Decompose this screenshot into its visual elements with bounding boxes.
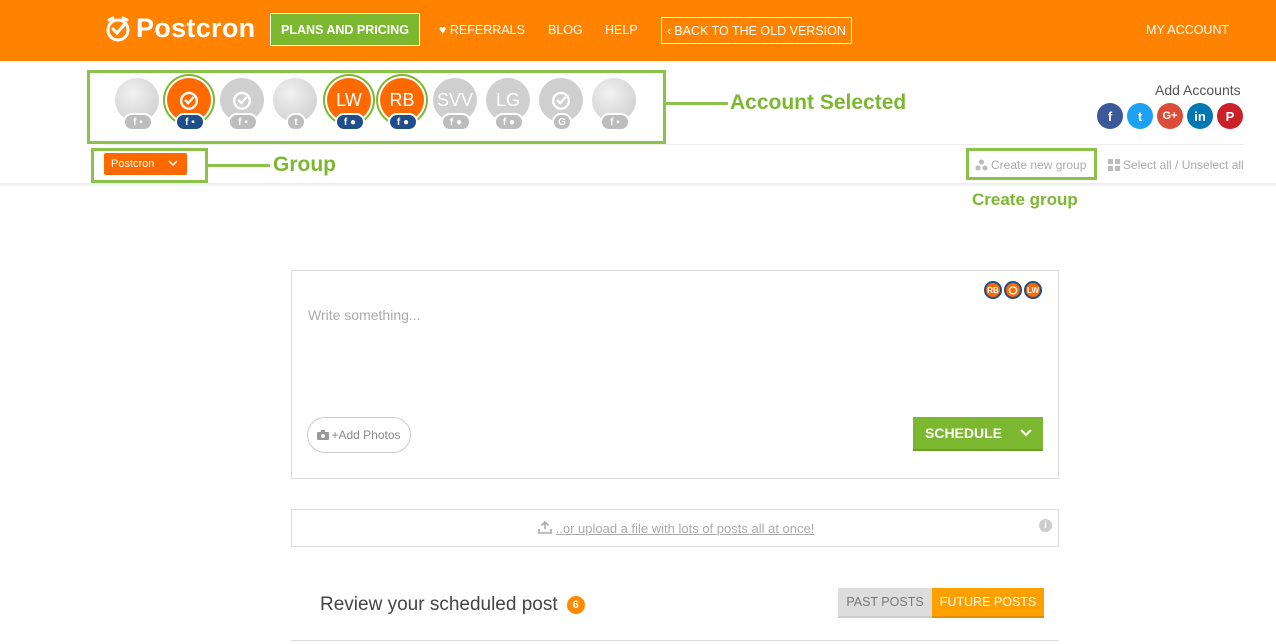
add-photos-label: +Add Photos [331,428,401,442]
add-google-plus-button[interactable]: G+ [1157,103,1183,129]
divider [104,144,1244,145]
chevron-left-icon: ‹ [667,23,672,38]
add-accounts-title: Add Accounts [1155,82,1241,98]
bulk-upload-link[interactable]: ..or upload a file with lots of posts al… [292,520,1060,536]
schedule-button[interactable]: SCHEDULE [913,417,1043,451]
nav-referrals-label: REFERRALS [449,23,525,37]
past-posts-tab[interactable]: PAST POSTS [838,588,932,618]
annotation-accounts-box [87,70,666,144]
nav-help[interactable]: HELP [605,23,638,37]
selected-account-mini-lw: LW [1024,281,1042,299]
add-linkedin-button[interactable]: in [1187,103,1213,129]
bulk-upload-box: ..or upload a file with lots of posts al… [291,509,1059,547]
annotation-create-group: Create group [972,190,1078,209]
post-composer: RB LW Write something... +Add Photos SCH… [291,270,1059,479]
future-posts-tab[interactable]: FUTURE POSTS [932,588,1044,618]
postcron-clock-icon [106,16,130,41]
add-facebook-button[interactable]: f [1097,103,1123,129]
add-photos-button[interactable]: +Add Photos [307,417,411,453]
nav-referrals[interactable]: ♥ REFERRALS [439,23,525,37]
post-text-input[interactable]: Write something... [308,307,421,323]
annotation-group-line [208,164,270,167]
nav-my-account[interactable]: MY ACCOUNT [1146,23,1229,37]
postcron-logo[interactable]: Postcron [104,13,255,44]
app-root: Postcron PLANS AND PRICING ♥ REFERRALS B… [0,0,1276,644]
grid-icon [1108,159,1120,171]
chevron-down-icon[interactable] [1018,425,1034,441]
bulk-upload-label: ..or upload a file with lots of posts al… [555,521,815,536]
annotation-create-group-box [966,148,1097,180]
heart-icon: ♥ [439,23,447,37]
annotation-group-box [91,148,208,183]
nav-blog[interactable]: BLOG [548,23,583,37]
info-icon[interactable]: i [1039,519,1052,532]
upload-icon [537,520,552,534]
google-plus-icon: G+ [1162,110,1178,122]
header-shadow [0,183,1276,187]
add-twitter-button[interactable]: t [1127,103,1153,129]
annotation-account-selected: Account Selected [730,91,907,114]
select-all-toggle[interactable]: Select all / Unselect all [1108,158,1244,172]
schedule-label: SCHEDULE [925,425,1003,441]
select-all-label: Select all / Unselect all [1123,158,1244,172]
review-title: Review your scheduled post [320,594,558,615]
top-navbar: Postcron PLANS AND PRICING ♥ REFERRALS B… [0,0,1276,61]
annotation-accounts-line [666,102,728,105]
review-heading: Review your scheduled post 6 [320,594,585,616]
postcron-clock-icon [1008,286,1018,295]
logo-text: Postcron [136,13,256,43]
selected-account-mini-postcron [1004,281,1022,299]
back-to-old-version-button[interactable]: ‹ BACK TO THE OLD VERSION [661,17,852,44]
add-pinterest-button[interactable]: P [1217,103,1243,129]
twitter-icon: t [1137,108,1143,124]
annotation-group: Group [273,153,336,176]
facebook-icon: f [1107,108,1113,124]
camera-icon [317,430,330,440]
back-to-old-version-label: BACK TO THE OLD VERSION [674,23,846,38]
linkedin-icon: in [1194,108,1206,124]
plans-and-pricing-button[interactable]: PLANS AND PRICING [270,13,420,46]
divider [291,640,1059,641]
selected-account-mini-rb: RB [984,281,1002,299]
pinterest-icon: P [1225,108,1235,124]
scheduled-count-badge: 6 [566,596,585,614]
